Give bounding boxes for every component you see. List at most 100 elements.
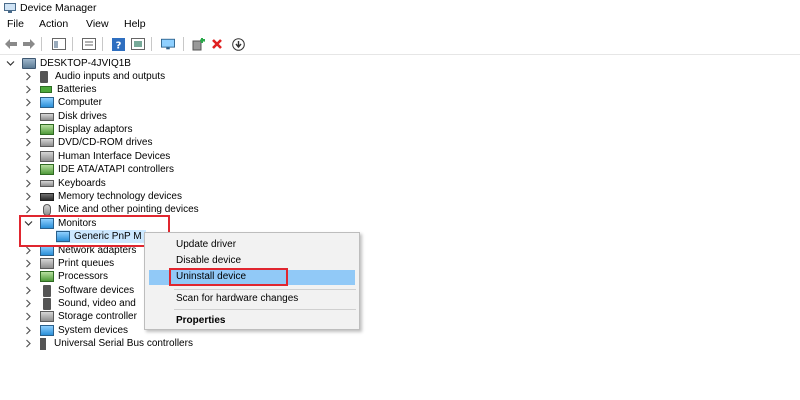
tree-item-label: Mice and other pointing devices xyxy=(58,204,199,215)
menu-help[interactable]: Help xyxy=(122,18,148,30)
toolbar-separator xyxy=(41,37,42,51)
tree-item-label: Batteries xyxy=(57,84,97,95)
system-device-icon xyxy=(40,325,54,336)
tree-root[interactable]: DESKTOP-4JVIQ1B xyxy=(6,57,131,70)
menu-view[interactable]: View xyxy=(84,18,111,30)
chevron-right-icon[interactable] xyxy=(24,312,33,321)
chevron-right-icon[interactable] xyxy=(24,205,33,214)
hid-icon xyxy=(40,151,54,162)
chevron-right-icon[interactable] xyxy=(24,339,33,348)
toolbar-separator xyxy=(183,37,184,51)
help-icon[interactable]: ? xyxy=(111,37,125,51)
tree-item-label: Memory technology devices xyxy=(58,191,182,202)
tree-item-system-devices[interactable]: System devices xyxy=(24,324,128,337)
disk-drive-icon xyxy=(40,112,54,121)
chevron-down-icon[interactable] xyxy=(6,59,15,68)
menu-action[interactable]: Action xyxy=(37,18,70,30)
tree-item-disk-drives[interactable]: Disk drives xyxy=(24,110,107,123)
forward-arrow-icon[interactable] xyxy=(22,37,36,51)
menu-separator xyxy=(174,289,356,290)
tree-item-sound-video[interactable]: Sound, video and xyxy=(24,297,136,310)
menu-bar: File Action View Help xyxy=(0,17,800,33)
tree-item-print-queues[interactable]: Print queues xyxy=(24,257,114,270)
tree-item-label: Software devices xyxy=(58,285,135,296)
chevron-right-icon[interactable] xyxy=(24,165,33,174)
tree-item-display-adaptors[interactable]: Display adaptors xyxy=(24,123,132,136)
tree-item-keyboards[interactable]: Keyboards xyxy=(24,177,106,190)
chevron-right-icon[interactable] xyxy=(24,299,33,308)
chevron-right-icon[interactable] xyxy=(24,272,33,281)
chevron-right-icon[interactable] xyxy=(24,246,33,255)
chevron-right-icon[interactable] xyxy=(24,112,33,121)
chevron-right-icon[interactable] xyxy=(24,125,33,134)
tree-item-dvd-drives[interactable]: DVD/CD-ROM drives xyxy=(24,136,152,149)
sound-icon xyxy=(43,297,51,310)
tree-item-ide-controllers[interactable]: IDE ATA/ATAPI controllers xyxy=(24,163,174,176)
menu-item-scan-hardware[interactable]: Scan for hardware changes xyxy=(176,293,298,304)
speaker-icon xyxy=(40,70,48,83)
svg-text:?: ? xyxy=(115,40,121,51)
chevron-right-icon[interactable] xyxy=(24,192,33,201)
chevron-right-icon[interactable] xyxy=(24,286,33,295)
dvd-drive-icon xyxy=(40,138,54,147)
processor-icon xyxy=(40,271,54,282)
mouse-icon xyxy=(43,203,51,216)
chevron-right-icon[interactable] xyxy=(24,259,33,268)
annotation-highlight-uninstall xyxy=(169,268,288,286)
chevron-right-icon[interactable] xyxy=(24,85,33,94)
tree-item-label: Human Interface Devices xyxy=(58,151,171,162)
tree-item-label: Processors xyxy=(58,271,109,282)
tree-item-label: System devices xyxy=(58,325,129,336)
tree-item-label: Print queues xyxy=(58,258,115,269)
tree-root-label: DESKTOP-4JVIQ1B xyxy=(40,58,131,69)
chevron-right-icon[interactable] xyxy=(24,179,33,188)
show-hide-tree-icon[interactable] xyxy=(52,37,66,51)
printer-icon xyxy=(40,258,54,269)
chevron-right-icon[interactable] xyxy=(24,72,33,81)
menu-separator xyxy=(174,309,356,310)
tree-item-hid[interactable]: Human Interface Devices xyxy=(24,150,170,163)
software-device-icon xyxy=(43,284,51,297)
toolbar-separator xyxy=(102,37,103,51)
chevron-right-icon[interactable] xyxy=(24,152,33,161)
tree-item-label: Computer xyxy=(58,97,102,108)
add-driver-icon[interactable] xyxy=(192,37,206,51)
keyboard-icon xyxy=(40,180,54,187)
computer-icon xyxy=(40,97,54,108)
tree-item-software-devices[interactable]: Software devices xyxy=(24,284,134,297)
ide-controller-icon xyxy=(40,164,54,175)
title-bar: Device Manager xyxy=(0,0,800,17)
tree-item-computer[interactable]: Computer xyxy=(24,96,102,109)
chevron-right-icon[interactable] xyxy=(24,326,33,335)
tree-item-memory-devices[interactable]: Memory technology devices xyxy=(24,190,182,203)
menu-item-properties[interactable]: Properties xyxy=(176,315,225,326)
tree-item-audio[interactable]: Audio inputs and outputs xyxy=(24,70,165,83)
tree-item-label: Sound, video and xyxy=(58,298,136,309)
properties-icon[interactable] xyxy=(82,37,96,51)
chevron-right-icon[interactable] xyxy=(24,98,33,107)
tree-item-label: Audio inputs and outputs xyxy=(55,71,166,82)
computer-icon xyxy=(22,58,36,69)
tree-item-storage-controllers[interactable]: Storage controller xyxy=(24,310,137,323)
tree-item-label: DVD/CD-ROM drives xyxy=(58,137,153,148)
device-manager-icon xyxy=(4,3,16,13)
monitor-scan-icon[interactable] xyxy=(161,37,175,51)
menu-item-update-driver[interactable]: Update driver xyxy=(176,239,236,250)
back-arrow-icon[interactable] xyxy=(4,37,18,51)
view-icon[interactable] xyxy=(131,37,145,51)
menu-file[interactable]: File xyxy=(5,18,26,30)
tree-item-label: Universal Serial Bus controllers xyxy=(54,338,193,349)
tree-item-batteries[interactable]: Batteries xyxy=(24,83,96,96)
tree-item-processors[interactable]: Processors xyxy=(24,270,108,283)
display-adapter-icon xyxy=(40,124,54,135)
toolbar: ? xyxy=(0,33,800,55)
tree-item-usb-controllers[interactable]: Universal Serial Bus controllers xyxy=(24,337,193,350)
toolbar-separator xyxy=(151,37,152,51)
download-icon[interactable] xyxy=(231,37,245,51)
remove-icon[interactable] xyxy=(210,37,224,51)
menu-item-disable-device[interactable]: Disable device xyxy=(176,255,241,266)
chevron-right-icon[interactable] xyxy=(24,138,33,147)
tree-item-label: Storage controller xyxy=(58,311,137,322)
tree-item-label: Keyboards xyxy=(58,178,106,189)
tree-item-label: Disk drives xyxy=(58,111,107,122)
